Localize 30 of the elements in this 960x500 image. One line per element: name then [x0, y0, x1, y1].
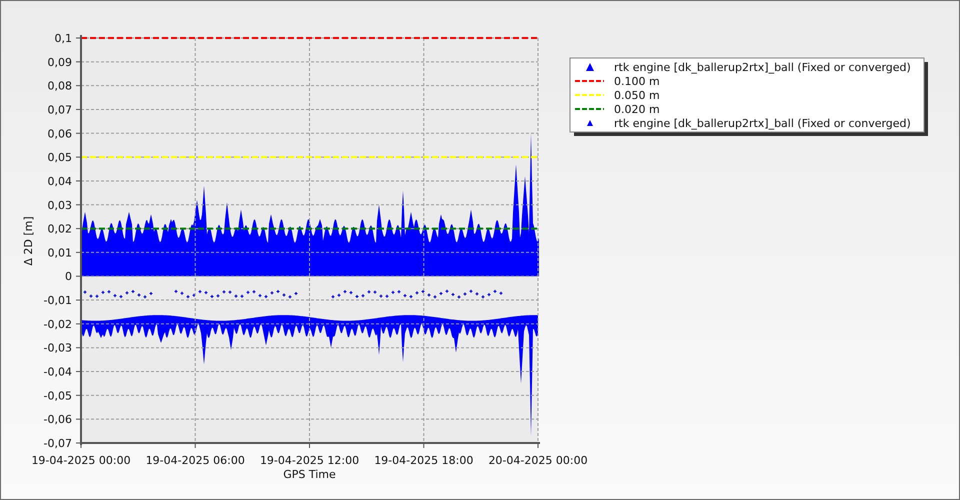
- axis-tick-label: 19-04-2025 06:00: [146, 454, 245, 467]
- axis-tick-label: 0,09: [48, 56, 72, 69]
- legend-label: 0.050 m: [614, 89, 660, 102]
- axis-tick-label: -0,03: [44, 342, 72, 355]
- axis-tick-label: -0,07: [44, 437, 72, 450]
- axis-tick-label: 0: [65, 270, 72, 284]
- axis-title: GPS Time: [283, 468, 336, 481]
- axis-tick-label: 0,03: [48, 198, 72, 212]
- axis-tick-label: 19-04-2025 00:00: [31, 454, 131, 467]
- axis-tick-label: -0,02: [44, 318, 72, 331]
- legend-label: rtk engine [dk_ballerup2rtx]_ball (Fixed or converged): [614, 117, 911, 130]
- legend-label: rtk engine [dk_ballerup2rtx]_ball (Fixed or converged): [614, 61, 911, 74]
- axis-tick-label: 19-04-2025 12:00: [260, 454, 360, 467]
- legend-label: 0.100 m: [614, 75, 660, 88]
- axis-title: Δ 2D [m]: [22, 216, 35, 266]
- axis-tick-label: 0,04: [48, 174, 72, 188]
- axis-tick-label: 0,01: [48, 246, 72, 260]
- axis-tick-label: -0,04: [44, 366, 72, 379]
- axis-tick-label: -0,01: [44, 294, 72, 308]
- axis-tick-label: 20-04-2025 00:00: [488, 454, 588, 467]
- axis-tick-label: 0,02: [48, 222, 72, 236]
- legend-label: 0.020 m: [614, 103, 660, 116]
- axis-tick-label: -0,06: [44, 413, 72, 426]
- axis-tick-label: 0,05: [48, 151, 72, 164]
- axis-tick-label: 0,06: [48, 127, 72, 140]
- axis-tick-label: 0,08: [48, 80, 72, 93]
- axis-tick-label: 0,1: [54, 32, 72, 45]
- axis-tick-label: -0,05: [44, 389, 72, 402]
- axis-tick-label: 0,07: [48, 103, 72, 116]
- axis-tick-label: 19-04-2025 18:00: [374, 454, 474, 467]
